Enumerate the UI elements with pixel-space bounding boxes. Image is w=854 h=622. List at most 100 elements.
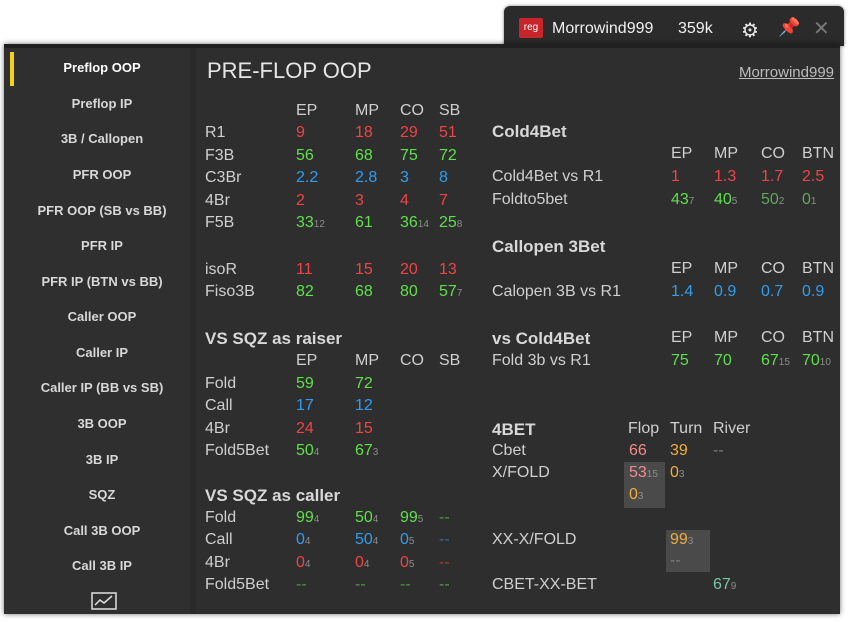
stat-cell: 0.9 xyxy=(714,283,737,300)
row-label: Fold5Bet xyxy=(205,576,270,593)
col-header: EP xyxy=(296,352,318,369)
stat-cell: 15 xyxy=(355,420,373,437)
sidebar-item-3b-callopen[interactable]: 3B / Callopen xyxy=(14,131,190,146)
sidebar-item-preflop-oop[interactable]: Preflop OOP xyxy=(14,60,190,75)
reg-logo: reg xyxy=(519,18,543,38)
col-header: MP xyxy=(714,260,738,277)
player-link[interactable]: Morrowind999 xyxy=(739,64,834,81)
row-label: Calopen 3B vs R1 xyxy=(492,283,621,300)
sidebar-item-sqz[interactable]: SQZ xyxy=(14,487,190,502)
col-header: CO xyxy=(400,102,424,119)
stat-cell: 56 xyxy=(296,147,314,164)
stat-cell: 1.3 xyxy=(714,168,737,185)
section-title: VS SQZ as caller xyxy=(205,486,341,505)
stat-cell: 2 xyxy=(296,192,305,209)
col-header: CO xyxy=(761,329,785,346)
col-header: BTN xyxy=(802,145,834,162)
sidebar-item-preflop-ip[interactable]: Preflop IP xyxy=(14,96,190,111)
chart-icon[interactable] xyxy=(91,592,117,610)
row-label: C3Br xyxy=(205,169,242,186)
sidebar-item-3b-ip[interactable]: 3B IP xyxy=(14,452,190,467)
col-header: Turn xyxy=(670,420,703,437)
sidebar-item-pfr-ip-btn-bb[interactable]: PFR IP (BTN vs BB) xyxy=(14,274,190,289)
stat-cell: 437 xyxy=(671,191,695,208)
sidebar-item-caller-ip[interactable]: Caller IP xyxy=(14,345,190,360)
row-label: 4Br xyxy=(205,192,230,209)
stats-panel: PRE-FLOP OOP Morrowind999 EP MP CO SB R1… xyxy=(196,48,840,614)
stat-cell: 70 xyxy=(714,352,732,369)
section-title: vs Cold4Bet xyxy=(492,329,591,348)
row-label: F3B xyxy=(205,147,235,164)
stat-cell: 68 xyxy=(355,147,373,164)
stat-cell: 673 xyxy=(355,442,379,459)
col-header: CO xyxy=(400,352,424,369)
tab-hand-count: 359k xyxy=(678,20,713,37)
section-title: Callopen 3Bet xyxy=(492,237,606,256)
sidebar-item-pfr-ip[interactable]: PFR IP xyxy=(14,238,190,253)
col-header: River xyxy=(713,420,751,437)
row-label: Fold xyxy=(205,509,237,526)
pin-icon[interactable]: 📌 xyxy=(778,17,800,38)
section-title: VS SQZ as raiser xyxy=(205,329,343,348)
col-header: MP xyxy=(355,102,379,119)
col-header: CO xyxy=(761,260,785,277)
stat-cell: -- xyxy=(439,554,450,571)
stat-cell: 04 xyxy=(355,554,370,571)
row-label: Call xyxy=(205,531,233,548)
stat-cell: 6715 xyxy=(761,352,790,369)
stat-cell: 8 xyxy=(439,169,448,186)
stat-cell: 15 xyxy=(355,261,373,278)
stat-cell: 05 xyxy=(400,554,415,571)
stat-cell: 72 xyxy=(355,375,373,392)
stat-cell: 68 xyxy=(355,283,373,300)
row-label: XX-X/FOLD xyxy=(492,531,577,548)
stat-cell: 1.7 xyxy=(761,168,784,185)
stat-cell: 2.5 xyxy=(802,168,825,185)
row-label: Fold5Bet xyxy=(205,442,270,459)
row-label: isoR xyxy=(205,261,238,278)
page-title: PRE-FLOP OOP xyxy=(207,58,372,83)
sidebar-item-pfr-oop-sb-bb[interactable]: PFR OOP (SB vs BB) xyxy=(14,203,190,218)
stat-cell: 82 xyxy=(296,283,314,300)
row-label: 4Br xyxy=(205,554,230,571)
stat-cell: 0.9 xyxy=(802,283,825,300)
col-header: MP xyxy=(714,329,738,346)
close-icon[interactable]: ✕ xyxy=(813,16,830,41)
row-label: Fold xyxy=(205,375,237,392)
section-title: 4BET xyxy=(492,420,536,439)
sidebar-item-call-3b-oop[interactable]: Call 3B OOP xyxy=(14,523,190,538)
stat-cell: -- xyxy=(296,576,307,593)
stat-cell: 75 xyxy=(400,147,418,164)
tab-username: Morrowind999 xyxy=(552,20,654,37)
stat-cell: 502 xyxy=(761,191,785,208)
stat-cell: 5315 xyxy=(629,464,658,481)
stat-cell: 72 xyxy=(439,147,457,164)
stat-cell: 9 xyxy=(296,124,305,141)
stat-cell: 2.2 xyxy=(296,169,319,186)
sidebar-item-caller-ip-bb-sb[interactable]: Caller IP (BB vs SB) xyxy=(14,380,190,395)
stat-cell: 7010 xyxy=(802,352,831,369)
stat-cell: 1 xyxy=(671,168,680,185)
stat-cell: 75 xyxy=(671,352,689,369)
stat-cell: 995 xyxy=(400,509,424,526)
stat-cell: 05 xyxy=(400,531,415,548)
title-tab: reg Morrowind999 359k ⚙ 📌 ✕ xyxy=(504,6,844,46)
col-header: MP xyxy=(355,352,379,369)
col-header: SB xyxy=(439,102,461,119)
stat-cell: -- xyxy=(439,509,450,526)
stat-cell: -- xyxy=(400,576,411,593)
stat-cell: -- xyxy=(670,552,681,569)
stat-cell: 504 xyxy=(355,509,379,526)
row-label: Call xyxy=(205,397,233,414)
stat-cell: 993 xyxy=(670,531,694,548)
gear-icon[interactable]: ⚙ xyxy=(741,18,759,43)
stat-cell: 504 xyxy=(296,442,320,459)
sidebar-item-call-3b-ip[interactable]: Call 3B IP xyxy=(14,558,190,573)
row-label: Foldto5bet xyxy=(492,191,568,208)
stat-cell: 18 xyxy=(355,124,373,141)
sidebar-item-3b-oop[interactable]: 3B OOP xyxy=(14,416,190,431)
sidebar-item-caller-oop[interactable]: Caller OOP xyxy=(14,309,190,324)
sidebar-item-pfr-oop[interactable]: PFR OOP xyxy=(14,167,190,182)
col-header: MP xyxy=(714,145,738,162)
stat-cell: 04 xyxy=(296,554,311,571)
